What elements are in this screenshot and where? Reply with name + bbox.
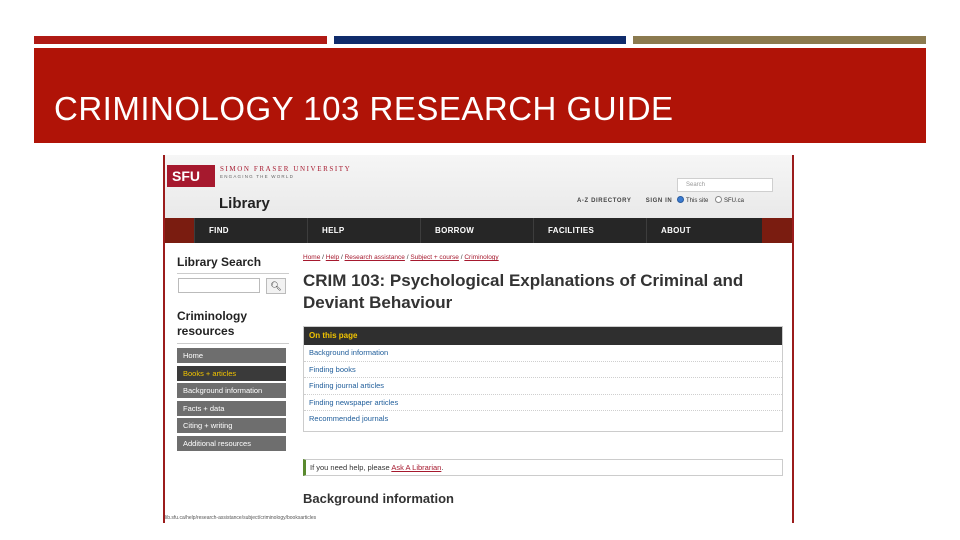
menu-citing-writing[interactable]: Citing + writing xyxy=(177,418,286,434)
nav-decoration-right xyxy=(762,218,792,243)
slide-title: CRIMINOLOGY 103 RESEARCH GUIDE xyxy=(54,90,674,127)
library-search-button[interactable]: 🔍︎ xyxy=(266,278,286,294)
otp-link-finding-newspaper-articles[interactable]: Finding newspaper articles xyxy=(304,395,782,412)
scope-this-site[interactable]: This site xyxy=(677,196,708,204)
accent-stripe-red xyxy=(34,36,327,44)
search-scope: This site SFU.ca xyxy=(677,196,749,204)
otp-link-recommended-journals[interactable]: Recommended journals xyxy=(304,411,782,428)
search-icon: 🔍︎ xyxy=(270,281,282,291)
background-information-heading: Background information xyxy=(303,491,454,506)
radio-unselected-icon xyxy=(715,196,723,203)
nav-find[interactable]: FIND xyxy=(194,218,296,243)
az-directory-link[interactable]: A-Z DIRECTORY xyxy=(577,198,631,204)
university-tagline: ENGAGING THE WORLD xyxy=(220,174,295,179)
on-this-page-heading: On this page xyxy=(304,327,782,345)
otp-link-background-information[interactable]: Background information xyxy=(304,345,782,362)
library-header: SFU SIMON FRASER UNIVERSITY ENGAGING THE… xyxy=(165,155,792,218)
title-banner: CRIMINOLOGY 103 RESEARCH GUIDE xyxy=(34,48,926,143)
breadcrumb-subject-course[interactable]: Subject + course xyxy=(410,254,459,261)
library-search-input[interactable] xyxy=(178,278,260,293)
sign-in-link[interactable]: SIGN IN xyxy=(646,198,673,204)
status-bar-url: lib.sfu.ca/help/research-assistance/subj… xyxy=(165,515,321,521)
resources-heading: Criminology resources xyxy=(177,309,248,338)
sfu-logo[interactable]: SFU xyxy=(167,165,215,187)
help-notice: If you need help, please Ask A Librarian… xyxy=(303,459,783,476)
top-links: A-Z DIRECTORY SIGN IN xyxy=(577,198,684,204)
ask-a-librarian-link[interactable]: Ask A Librarian xyxy=(391,463,441,472)
nav-about[interactable]: ABOUT xyxy=(646,218,762,243)
resources-menu: Home Books + articles Background informa… xyxy=(177,343,289,451)
sidebar: Library Search 🔍︎ Criminology resources … xyxy=(177,255,289,454)
menu-books-articles[interactable]: Books + articles xyxy=(177,365,286,381)
accent-stripe-gold xyxy=(633,36,926,44)
nav-help[interactable]: HELP xyxy=(307,218,420,243)
menu-facts-data[interactable]: Facts + data xyxy=(177,400,286,416)
site-search-input[interactable]: Search xyxy=(677,178,773,192)
on-this-page-box: On this page Background information Find… xyxy=(303,326,783,432)
university-name: SIMON FRASER UNIVERSITY xyxy=(220,165,352,173)
breadcrumb-criminology[interactable]: Criminology xyxy=(464,254,498,261)
library-title[interactable]: Library xyxy=(219,195,270,212)
nav-facilities[interactable]: FACILITIES xyxy=(533,218,646,243)
breadcrumb-help[interactable]: Help xyxy=(326,254,339,261)
help-text: If you need help, please xyxy=(310,463,392,472)
library-page-screenshot: SFU SIMON FRASER UNIVERSITY ENGAGING THE… xyxy=(163,155,794,523)
radio-selected-icon xyxy=(677,196,684,203)
breadcrumb-home[interactable]: Home xyxy=(303,254,320,261)
breadcrumb-research-assistance[interactable]: Research assistance xyxy=(345,254,405,261)
accent-stripe-navy xyxy=(334,36,626,44)
page-title: CRIM 103: Psychological Explanations of … xyxy=(303,271,744,312)
menu-home[interactable]: Home xyxy=(177,348,286,363)
main-nav: FIND HELP BORROW FACILITIES ABOUT xyxy=(165,218,792,243)
breadcrumb: Home / Help / Research assistance / Subj… xyxy=(303,254,499,261)
menu-background-information[interactable]: Background information xyxy=(177,383,286,399)
nav-decoration-left xyxy=(165,218,194,243)
nav-borrow[interactable]: BORROW xyxy=(420,218,533,243)
scope-sfu-ca[interactable]: SFU.ca xyxy=(715,196,744,204)
menu-additional-resources[interactable]: Additional resources xyxy=(177,435,286,451)
otp-link-finding-journal-articles[interactable]: Finding journal articles xyxy=(304,378,782,395)
otp-link-finding-books[interactable]: Finding books xyxy=(304,362,782,379)
help-text-end: . xyxy=(441,463,444,472)
library-search-heading: Library Search xyxy=(177,255,262,269)
library-search-form: 🔍︎ xyxy=(177,273,289,294)
